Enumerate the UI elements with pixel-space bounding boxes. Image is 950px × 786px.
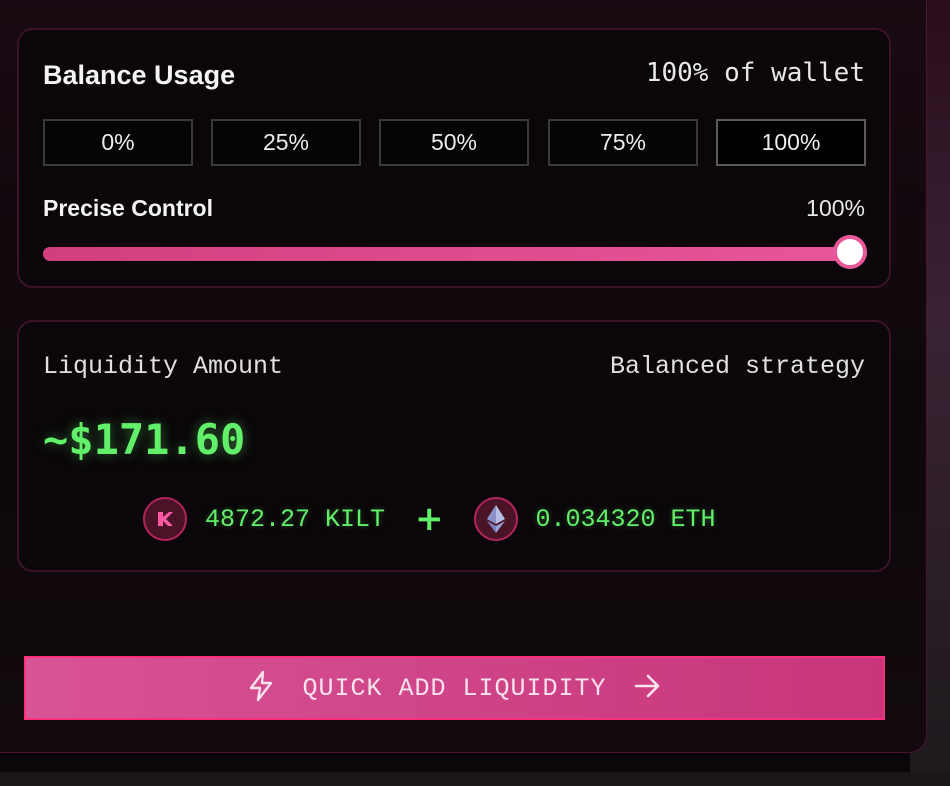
preset-25-button[interactable]: 25% bbox=[211, 119, 361, 166]
eth-icon bbox=[473, 497, 518, 541]
kilt-icon bbox=[143, 497, 187, 541]
lightning-icon bbox=[246, 670, 276, 707]
preset-75-button[interactable]: 75% bbox=[548, 119, 698, 166]
quick-add-liquidity-button[interactable]: QUICK ADD LIQUIDITY bbox=[24, 656, 885, 720]
slider-fill bbox=[43, 247, 867, 261]
balance-slider[interactable] bbox=[43, 235, 867, 269]
token-breakdown: 4872.27 KILT + 0.034320 ETH bbox=[143, 494, 716, 544]
preset-50-button[interactable]: 50% bbox=[379, 119, 529, 166]
background-bottom bbox=[0, 772, 950, 786]
arrow-right-icon bbox=[633, 673, 663, 704]
precise-control-value: 100% bbox=[806, 195, 865, 221]
eth-amount: 0.034320 ETH bbox=[535, 504, 716, 534]
preset-0-button[interactable]: 0% bbox=[43, 119, 193, 166]
preset-100-button[interactable]: 100% bbox=[716, 119, 866, 166]
quick-add-liquidity-label: QUICK ADD LIQUIDITY bbox=[302, 673, 607, 703]
liquidity-amount-card: Liquidity Amount Balanced strategy ~$171… bbox=[17, 320, 891, 572]
precise-control-label: Precise Control bbox=[43, 195, 213, 221]
liquidity-amount-title: Liquidity Amount bbox=[43, 352, 284, 381]
slider-thumb[interactable] bbox=[833, 235, 867, 269]
strategy-label: Balanced strategy bbox=[609, 352, 865, 381]
balance-usage-card: Balance Usage 100% of wallet 0% 25% 50% … bbox=[17, 28, 891, 288]
liquidity-amount-value: ~$171.60 bbox=[43, 415, 246, 464]
plus-icon: + bbox=[415, 499, 444, 539]
kilt-amount: 4872.27 KILT bbox=[205, 504, 386, 534]
balance-usage-value: 100% of wallet bbox=[645, 58, 865, 88]
balance-usage-title: Balance Usage bbox=[43, 60, 236, 90]
